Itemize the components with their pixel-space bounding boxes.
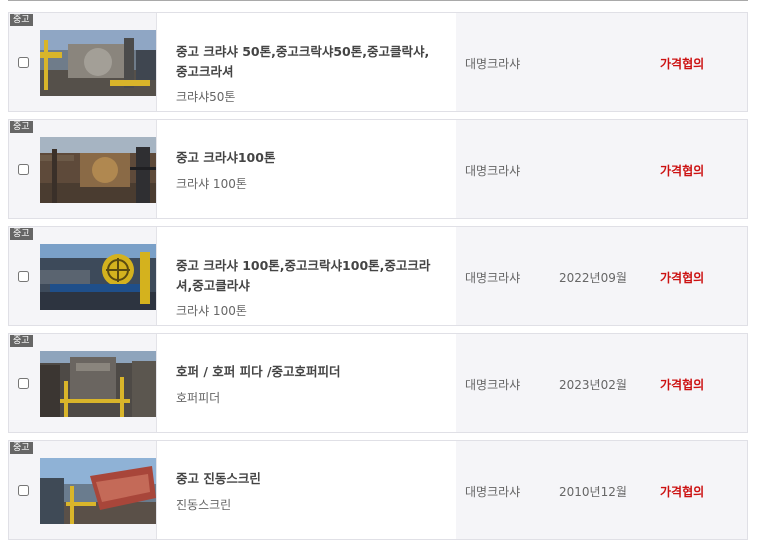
listing-thumbnail[interactable]: [40, 30, 156, 96]
top-divider: [8, 0, 748, 1]
listing-title-cell: 중고 크랴샤 50톤,중고크락샤50톤,중고클락샤,중고크라셔 크랴샤50톤: [156, 13, 456, 111]
listing-seller: 대명크라샤: [465, 485, 521, 499]
listing-checkbox[interactable]: [18, 164, 29, 175]
listing-title-cell: 중고 진동스크린 진동스크린: [156, 441, 456, 539]
listing-title[interactable]: 중고 진동스크린: [176, 469, 438, 489]
listing-title-cell: 호퍼 / 호퍼 피다 /중고호퍼피더 호퍼피더: [156, 334, 456, 432]
listing-list: 중고 중고 크랴샤 50톤,중고크락샤50톤,중고클락샤,중고크라셔 크랴샤50…: [8, 12, 748, 547]
listing-price: 가격협의: [660, 485, 705, 499]
listing-price: 가격협의: [660, 271, 705, 285]
listing-row: 중고 중고 크랴샤 50톤,중고크락샤50톤,중고클락샤,중고크라셔 크랴샤50…: [8, 12, 748, 112]
listing-price: 가격협의: [660, 164, 705, 178]
listing-thumbnail[interactable]: [40, 351, 156, 417]
listing-seller: 대명크라샤: [465, 271, 521, 285]
listing-title[interactable]: 중고 크랴샤 50톤,중고크락샤50톤,중고클락샤,중고크라셔: [176, 42, 438, 82]
listing-seller: 대명크라샤: [465, 57, 521, 71]
listing-checkbox[interactable]: [18, 271, 29, 282]
listing-subtitle: 진동스크린: [176, 498, 232, 512]
used-badge: 중고: [10, 228, 33, 240]
listing-year: 2022년09월: [559, 271, 627, 285]
listing-thumbnail[interactable]: [40, 458, 156, 524]
listing-thumbnail[interactable]: [40, 137, 156, 203]
listing-title[interactable]: 중고 크라샤100톤: [176, 148, 438, 168]
listing-year: 2023년02월: [559, 378, 627, 392]
listing-title[interactable]: 호퍼 / 호퍼 피다 /중고호퍼피더: [176, 362, 438, 382]
listing-subtitle: 크라샤 100톤: [176, 177, 247, 191]
listing-subtitle: 크라샤 100톤: [176, 304, 247, 318]
listing-price: 가격협의: [660, 378, 705, 392]
used-badge: 중고: [10, 335, 33, 347]
listing-row: 중고 호퍼 / 호퍼 피다 /중고호퍼피더 호퍼피더 대명크라샤 2023년02…: [8, 333, 748, 433]
listing-subtitle: 크랴샤50톤: [176, 90, 236, 104]
listing-subtitle: 호퍼피더: [176, 391, 221, 405]
used-badge: 중고: [10, 121, 33, 133]
listing-year: 2010년12월: [559, 485, 627, 499]
listing-seller: 대명크라샤: [465, 378, 521, 392]
used-badge: 중고: [10, 14, 33, 26]
used-badge: 중고: [10, 442, 33, 454]
listing-row: 중고 중고 크라샤100톤 크라샤 100톤 대명크라샤 가격협의: [8, 119, 748, 219]
listing-price: 가격협의: [660, 57, 705, 71]
listing-row: 중고 중고 진동스크린 진동스크린 대명크라샤 2010년12월 가격협의: [8, 440, 748, 540]
listing-row: 중고 중고 크라샤 100톤,중고크락샤100톤,중고크라셔,중고클라샤 크라샤…: [8, 226, 748, 326]
listing-checkbox[interactable]: [18, 378, 29, 389]
listing-title-cell: 중고 크라샤 100톤,중고크락샤100톤,중고크라셔,중고클라샤 크라샤 10…: [156, 227, 456, 325]
listing-title[interactable]: 중고 크라샤 100톤,중고크락샤100톤,중고크라셔,중고클라샤: [176, 256, 438, 296]
listing-checkbox[interactable]: [18, 485, 29, 496]
listing-thumbnail[interactable]: [40, 244, 156, 310]
listing-seller: 대명크라샤: [465, 164, 521, 178]
listing-title-cell: 중고 크라샤100톤 크라샤 100톤: [156, 120, 456, 218]
listing-checkbox[interactable]: [18, 57, 29, 68]
